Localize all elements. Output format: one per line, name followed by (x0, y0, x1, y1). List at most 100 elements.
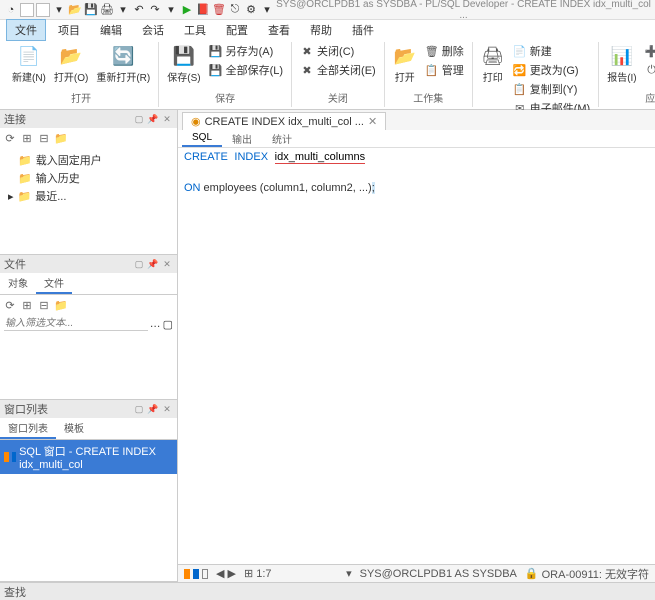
divider-icon: ▾ (164, 3, 178, 17)
report-button[interactable]: 📊报告(I) (605, 42, 638, 86)
doc-change-button[interactable]: 🔁更改为(G) (511, 61, 593, 79)
doc-copy-button[interactable]: 📋复制到(Y) (511, 80, 593, 98)
ribbon-group-app: 📊报告(I) ➕新建实例(W) ⏻退出(X) 应用程序 (599, 42, 655, 107)
refresh-icon[interactable]: ⟳ (3, 298, 17, 312)
tab-files[interactable]: 文件 (36, 273, 72, 294)
dock-icon[interactable]: ▢ (133, 258, 145, 270)
window-list-item[interactable]: SQL 窗口 - CREATE INDEX idx_multi_col (0, 440, 177, 474)
subtab-stats[interactable]: 统计 (262, 129, 302, 148)
close-icon[interactable]: ✕ (368, 115, 377, 128)
redo-icon[interactable]: ↷ (148, 3, 162, 17)
divider-icon: ▾ (52, 3, 66, 17)
type-icon (12, 452, 17, 462)
save-button[interactable]: 💾保存(S) (165, 42, 202, 86)
tab-objects[interactable]: 对象 (0, 273, 36, 294)
menu-view[interactable]: 查看 (260, 20, 298, 40)
tab-winlist[interactable]: 窗口列表 (0, 418, 56, 439)
folder-icon[interactable]: 📂 (68, 3, 82, 17)
saveas-button[interactable]: 💾另存为(A) (207, 42, 285, 60)
tree-item[interactable]: ▸📁最近... (4, 187, 173, 205)
tree-item[interactable]: 📁载入固定用户 (4, 151, 173, 169)
editor-area: ◉CREATE INDEX idx_multi_col ...✕ SQL 输出 … (178, 110, 655, 582)
error-status: ORA-00911: 无效字符 (542, 566, 649, 582)
menu-config[interactable]: 配置 (218, 20, 256, 40)
tree-item[interactable]: 📁输入历史 (4, 169, 173, 187)
nav-icon[interactable]: ◀ ▶ (216, 567, 236, 580)
pin-icon[interactable]: 📌 (147, 113, 159, 125)
expand-icon[interactable]: ▸ (8, 190, 14, 203)
plus-icon[interactable]: ⊞ (20, 298, 34, 312)
app-icon: ◔ (4, 3, 18, 17)
file-icon: ◉ (191, 115, 201, 128)
doc-new-button[interactable]: 📄新建 (511, 42, 593, 60)
ribbon-group-work: 📂打开 🗑删除 📋管理 工作集 (385, 42, 473, 107)
editor-tab[interactable]: ◉CREATE INDEX idx_multi_col ...✕ (182, 112, 386, 130)
lock-icon: 🔒 (525, 567, 539, 580)
undo-icon[interactable]: ↶ (132, 3, 146, 17)
tb-btn[interactable] (20, 3, 34, 17)
work-del-button[interactable]: 🗑删除 (423, 42, 466, 60)
run-icon[interactable]: ▶ (180, 3, 194, 17)
menu-plugin[interactable]: 插件 (344, 20, 382, 40)
menu-session[interactable]: 会话 (134, 20, 172, 40)
status-icon (4, 452, 9, 462)
menu-edit[interactable]: 编辑 (92, 20, 130, 40)
panel-toolbar: ⟳ ⊞ ⊟ 📁 (0, 128, 177, 148)
sidebar: 连接▢📌✕ ⟳ ⊞ ⊟ 📁 📁载入固定用户 📁输入历史 ▸📁最近... 文件▢📌… (0, 110, 178, 582)
new-button[interactable]: 📄新建(N) (10, 42, 48, 86)
group-label: 保存 (215, 88, 235, 107)
menu-file[interactable]: 文件 (6, 19, 46, 41)
tool-icon[interactable]: ⚙ (244, 3, 258, 17)
print-icon[interactable]: 🖨 (100, 3, 114, 17)
menu-bar: 文件 项目 编辑 会话 工具 配置 查看 帮助 插件 (0, 20, 655, 40)
folder-icon[interactable]: 📁 (54, 298, 68, 312)
dock-icon[interactable]: ▢ (133, 113, 145, 125)
group-label: 打开 (71, 88, 91, 107)
print-button[interactable]: 🖨打印 (479, 42, 507, 86)
dock-icon[interactable]: ▢ (133, 403, 145, 415)
exit-button[interactable]: ⏻退出(X) (643, 61, 655, 79)
tb-btn[interactable] (36, 3, 50, 17)
work-open-button[interactable]: 📂打开 (391, 42, 419, 86)
minus-icon[interactable]: ⊟ (37, 131, 51, 145)
windowlist-panel: 窗口列表▢📌✕ 窗口列表模板 SQL 窗口 - CREATE INDEX idx… (0, 400, 177, 582)
panel-toolbar: ⟳ ⊞ ⊟ 📁 (0, 295, 177, 315)
close-icon[interactable]: ✕ (161, 113, 173, 125)
divider-icon: ▾ (260, 3, 274, 17)
book-icon[interactable]: 📕 (196, 3, 210, 17)
subtab-sql[interactable]: SQL (182, 130, 222, 147)
pin-icon[interactable]: 📌 (147, 403, 159, 415)
open-button[interactable]: 📂打开(O) (52, 42, 90, 86)
minus-icon[interactable]: ⊟ (37, 298, 51, 312)
commit-icon[interactable]: ⎋ (228, 3, 242, 17)
plus-icon[interactable]: ⊞ (20, 131, 34, 145)
menu-help[interactable]: 帮助 (302, 20, 340, 40)
stop-icon[interactable]: 🗑 (212, 3, 226, 17)
dropdown-icon[interactable]: ▾ (346, 567, 352, 580)
newinst-button[interactable]: ➕新建实例(W) (643, 42, 655, 60)
save-icon[interactable]: 💾 (84, 3, 98, 17)
reopen-button[interactable]: 🔄重新打开(R) (94, 42, 152, 86)
close-button[interactable]: ✖关闭(C) (298, 42, 378, 60)
close-icon[interactable]: ✕ (161, 403, 173, 415)
status-icon (193, 569, 199, 579)
dropdown-icon[interactable]: ▢ (163, 318, 173, 331)
folder-icon[interactable]: 📁 (54, 131, 68, 145)
work-manage-button[interactable]: 📋管理 (423, 61, 466, 79)
pin-icon[interactable]: 📌 (147, 258, 159, 270)
folder-icon: 📁 (18, 154, 32, 167)
panel-title: 连接 (4, 111, 131, 127)
menu-tools[interactable]: 工具 (176, 20, 214, 40)
filter-input[interactable] (4, 317, 148, 331)
tab-templates[interactable]: 模板 (56, 418, 92, 439)
menu-project[interactable]: 项目 (50, 20, 88, 40)
sql-editor[interactable]: CREATE INDEX idx_multi_columns ON employ… (178, 148, 655, 564)
close-icon[interactable]: ✕ (161, 258, 173, 270)
folder-icon: 📁 (18, 190, 32, 203)
editor-statusbar: ◀ ▶ ⊞1:7 ▾ SYS@ORCLPDB1 AS SYSDBA 🔒ORA-0… (178, 564, 655, 582)
closeall-button[interactable]: ✖全部关闭(E) (298, 61, 378, 79)
subtab-output[interactable]: 输出 (222, 129, 262, 148)
saveall-button[interactable]: 💾全部保存(L) (207, 61, 285, 79)
more-icon[interactable]: … (150, 318, 161, 330)
refresh-icon[interactable]: ⟳ (3, 131, 17, 145)
